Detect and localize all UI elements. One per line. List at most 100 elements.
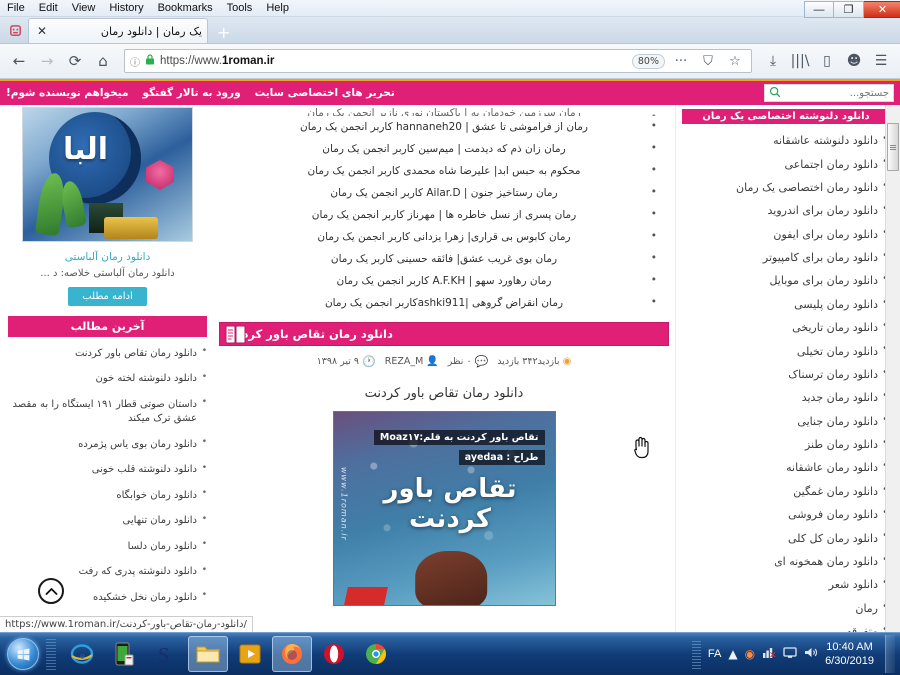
page-actions-icon[interactable]: ··· — [670, 54, 692, 69]
category-item[interactable]: دانلود دلنوشته عاشقانه — [682, 129, 890, 152]
forum-link[interactable]: محکوم به حبس ابد| علیرضا شاه محمدی کاربر… — [219, 160, 669, 182]
chrome-icon[interactable] — [356, 636, 396, 672]
nav-item-exclusive-writings[interactable]: تحریر های اختصاصی سایت — [255, 87, 395, 99]
page-scrollbar[interactable] — [885, 105, 900, 632]
latest-post-item[interactable]: دانلود رمان خوابگاه — [8, 483, 207, 509]
search-input[interactable] — [794, 87, 889, 99]
scrollbar-thumb[interactable] — [887, 123, 899, 171]
category-item[interactable]: دانلود رمان عاشقانه — [682, 456, 890, 479]
zoom-level-badge[interactable]: 80% — [631, 53, 665, 69]
forum-link[interactable]: رمان پسری از نسل خاطره ها | مهرناز کاربر… — [219, 204, 669, 226]
menu-view[interactable]: View — [65, 1, 103, 15]
forum-link[interactable]: رمان رهاورد سهو | A.F.KH کاربر انجمن یک … — [219, 270, 669, 292]
category-item[interactable]: دانلود رمان تخیلی — [682, 339, 890, 362]
close-button[interactable]: ✕ — [864, 1, 900, 18]
latest-post-item[interactable]: دانلود دلنوشته لخته خون — [8, 367, 208, 393]
volume-icon[interactable] — [804, 646, 818, 662]
maximize-button[interactable]: ❐ — [834, 1, 864, 18]
android-phone-icon[interactable] — [104, 636, 144, 672]
search-icon[interactable] — [769, 86, 781, 101]
latest-post-item[interactable]: دانلود رمان تنهایی — [8, 509, 207, 535]
show-hidden-icons-icon[interactable]: ▲ — [728, 647, 737, 661]
forum-link[interactable]: رمان کابوس بی قراری| زهرا یزدانی کاربر ا… — [219, 226, 669, 248]
show-desktop-button[interactable] — [885, 635, 895, 673]
menu-help[interactable]: Help — [259, 1, 296, 15]
category-item[interactable]: دانلود رمان طنز — [682, 433, 890, 456]
reload-button[interactable]: ⟳ — [62, 48, 88, 74]
menu-file[interactable]: File — [0, 1, 32, 15]
category-item[interactable]: دانلود رمان جنایی — [682, 410, 890, 433]
latest-post-item[interactable]: داستان صوتی قطار ۱۹۱ ایستگاه را به مقصد … — [8, 392, 207, 432]
language-indicator[interactable]: FA — [708, 648, 721, 660]
sibelius-icon[interactable]: S — [146, 636, 186, 672]
forum-link[interactable]: رمان از فراموشی تا عشق | hannaneh20 کارب… — [219, 116, 669, 138]
category-item[interactable]: دانلود رمان برای موبایل — [682, 269, 890, 292]
file-explorer-icon[interactable] — [188, 636, 228, 672]
novel-cover-image[interactable]: تقاص باور کردنت به قلم:Moaz۱۷ طراح : aye… — [332, 411, 556, 606]
menu-tools[interactable]: Tools — [220, 1, 260, 15]
latest-post-item[interactable]: دانلود رمان بوی یاس پژمرده — [8, 432, 207, 458]
nav-item-forum-login[interactable]: ورود به تالار گفتگو — [142, 87, 240, 99]
forum-link[interactable]: رمان رستاخیز جنون | Ailar.D کاربر انجمن … — [219, 182, 669, 204]
library-icon[interactable]: |||\ — [787, 53, 813, 69]
latest-post-item[interactable]: دانلود رمان دلسا — [8, 534, 207, 560]
hamburger-menu-icon[interactable]: ☰ — [868, 53, 894, 69]
category-item[interactable]: دانلود شعر — [682, 573, 890, 596]
category-item[interactable]: دانلود رمان ترسناک — [682, 363, 890, 386]
category-item[interactable]: دانلود رمان فروشی — [682, 503, 890, 526]
url-bar[interactable]: ⓘ https://www.1roman.ir 80% ··· ⛉ ☆ — [124, 49, 752, 73]
record-icon[interactable]: ◉ — [745, 647, 755, 661]
start-button[interactable] — [0, 634, 46, 674]
forum-link[interactable]: رمان زان ذم که دیدمت | میم‌سین کاربر انج… — [219, 138, 669, 160]
opera-icon[interactable] — [314, 636, 354, 672]
tab-close-icon[interactable]: ✕ — [34, 24, 50, 38]
category-item[interactable]: دانلود رمان پلیسی — [682, 293, 890, 316]
forum-link[interactable]: رمان بوی غریب عشق| فائقه حسینی کاربر یک … — [219, 248, 669, 270]
category-item[interactable]: دانلود رمان برای ایفون — [682, 223, 890, 246]
category-item[interactable]: دانلود رمان همخونه ای — [682, 550, 890, 573]
browser-tab-active[interactable]: یک رمان | دانلود رمان ✕ — [28, 18, 208, 43]
menu-bookmarks[interactable]: Bookmarks — [151, 1, 220, 15]
author-name[interactable]: REZA_M — [385, 356, 424, 367]
shield-icon[interactable]: ⛉ — [697, 54, 719, 69]
back-button[interactable]: ← — [6, 48, 32, 74]
scroll-to-top-button[interactable] — [38, 578, 64, 604]
book-icon[interactable] — [224, 324, 248, 346]
promo-cover-image[interactable]: البا — [22, 107, 193, 242]
taskbar-clock[interactable]: 10:40 AM 6/30/2019 — [825, 640, 878, 668]
monitor-icon[interactable] — [783, 646, 797, 662]
nav-item-become-writer[interactable]: میخواهم نویسنده شوم! — [6, 87, 128, 99]
downloads-icon[interactable]: ⤓ — [760, 53, 786, 69]
category-item[interactable]: رمان — [682, 597, 890, 620]
internet-explorer-icon[interactable]: e — [62, 636, 102, 672]
category-item[interactable]: دانلود رمان غمگین — [682, 480, 890, 503]
category-item[interactable]: دانلود رمان برای اندروید — [682, 199, 890, 222]
menu-history[interactable]: History — [102, 1, 150, 15]
account-icon[interactable]: ☻ — [841, 53, 867, 69]
latest-post-item[interactable]: دانلود رمان تقاص باور کردنت — [8, 341, 207, 367]
article-title-banner[interactable]: دانلود رمان تقاص باور کردنت — [219, 322, 669, 346]
category-item[interactable]: دانلود رمان کل کلی — [682, 526, 890, 549]
read-more-button[interactable]: ادامه مطلب — [68, 287, 147, 306]
bookmark-star-icon[interactable]: ☆ — [724, 54, 746, 69]
category-item[interactable]: متفرقه — [682, 620, 890, 632]
category-item[interactable]: دانلود رمان اجتماعی — [682, 152, 890, 175]
forum-link[interactable]: رمان انقراض گروهی |ashki911کاربر انجمن ی… — [219, 292, 669, 314]
category-item[interactable]: دانلود رمان برای کامپیوتر — [682, 246, 890, 269]
category-item[interactable]: دانلود رمان جدید — [682, 386, 890, 409]
forum-link-clipped[interactable]: رمان سرزمین خودمان به | پاکستان نوری ناز… — [219, 107, 669, 116]
menu-edit[interactable]: Edit — [32, 1, 65, 15]
promo-title-link[interactable]: دانلود رمان آلباستی — [8, 242, 207, 268]
page-info-icon[interactable]: ⓘ — [130, 54, 140, 69]
category-item[interactable]: دانلود رمان اختصاصی یک رمان — [682, 176, 890, 199]
new-tab-button[interactable]: + — [208, 23, 239, 43]
network-icon[interactable]: ✕ — [762, 646, 777, 662]
media-player-icon[interactable] — [230, 636, 270, 672]
site-search-box[interactable] — [764, 84, 894, 102]
firefox-icon[interactable] — [272, 636, 312, 672]
forward-button[interactable]: → — [34, 48, 60, 74]
home-button[interactable]: ⌂ — [90, 48, 116, 74]
latest-post-item[interactable]: دانلود دلنوشته قلب خونی — [8, 458, 207, 484]
sidebar-icon[interactable]: ▯ — [814, 53, 840, 69]
minimize-button[interactable]: — — [804, 1, 834, 18]
